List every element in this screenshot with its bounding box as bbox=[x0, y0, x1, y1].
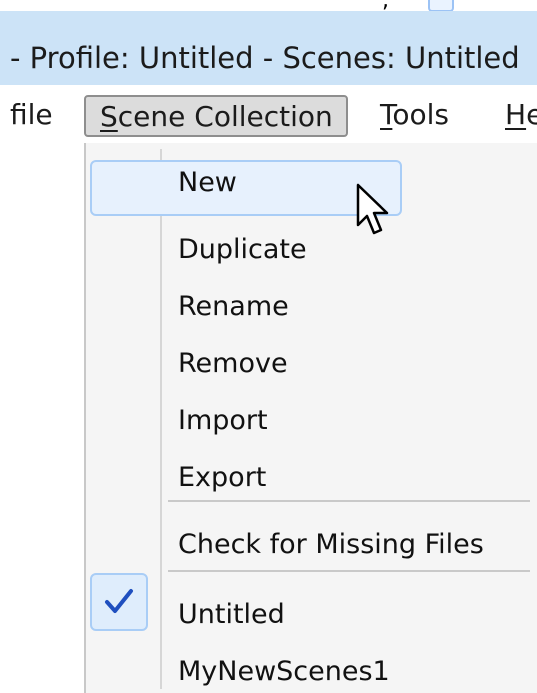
menu-item-duplicate-label: Duplicate bbox=[178, 234, 307, 265]
menu-separator bbox=[168, 500, 530, 502]
menu-item-remove-label: Remove bbox=[178, 348, 288, 379]
menu-scene-collection-label: Scene Collection bbox=[100, 97, 333, 137]
mnemonic-h: H bbox=[505, 98, 527, 131]
mouse-pointer-icon bbox=[356, 183, 389, 235]
scene-collection-dropdown: New Duplicate Rename Remove Import Expor… bbox=[84, 143, 537, 693]
menu-item-collection-untitled-label: Untitled bbox=[178, 599, 285, 630]
menu-item-collection-mynewscenes1[interactable]: MyNewScenes1 bbox=[86, 645, 526, 693]
menu-item-remove[interactable]: Remove bbox=[86, 337, 526, 391]
menu-item-check-missing-files[interactable]: Check for Missing Files bbox=[86, 518, 526, 572]
menu-scene-collection[interactable]: Scene Collection bbox=[84, 95, 348, 137]
mnemonic-t: T bbox=[380, 98, 393, 131]
menu-item-rename[interactable]: Rename bbox=[86, 280, 526, 334]
menu-item-import-label: Import bbox=[178, 405, 268, 436]
menu-item-export-label: Export bbox=[178, 462, 267, 493]
menu-item-collection-untitled[interactable]: Untitled bbox=[86, 588, 526, 642]
mnemonic-s: S bbox=[100, 100, 118, 133]
menu-item-new-label: New bbox=[178, 167, 237, 198]
menu-tools-rest: ools bbox=[392, 98, 449, 131]
menu-item-import[interactable]: Import bbox=[86, 394, 526, 448]
menu-item-export[interactable]: Export bbox=[86, 451, 526, 505]
menu-scene-collection-rest: cene Collection bbox=[117, 100, 333, 133]
menu-bar: file Scene Collection Tools He bbox=[0, 85, 537, 145]
menu-profile[interactable]: file bbox=[10, 95, 53, 139]
obs-window: , - Profile: Untitled - Scenes: Untitled… bbox=[0, 0, 537, 693]
menu-separator bbox=[168, 570, 530, 572]
menu-item-check-missing-files-label: Check for Missing Files bbox=[178, 529, 484, 560]
menu-item-new[interactable]: New bbox=[86, 153, 526, 216]
title-bar: - Profile: Untitled - Scenes: Untitled bbox=[0, 11, 537, 85]
menu-item-collection-mynewscenes1-label: MyNewScenes1 bbox=[178, 656, 390, 687]
window-title: - Profile: Untitled - Scenes: Untitled bbox=[10, 41, 520, 75]
menu-tools[interactable]: Tools bbox=[380, 95, 449, 139]
menu-item-rename-label: Rename bbox=[178, 291, 289, 322]
menu-item-duplicate[interactable]: Duplicate bbox=[86, 223, 526, 277]
menu-help[interactable]: He bbox=[505, 95, 537, 139]
window-top-strip: , bbox=[0, 0, 537, 13]
menu-help-rest: e bbox=[526, 98, 537, 131]
